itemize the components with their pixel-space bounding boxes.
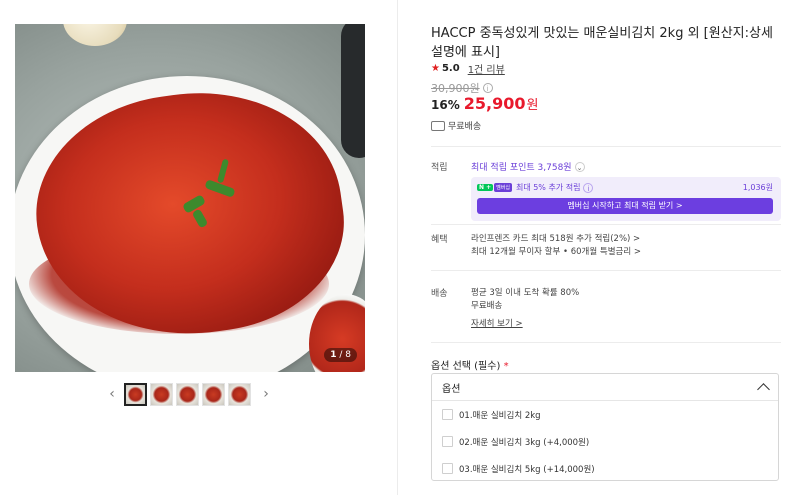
option-select-header[interactable]: 옵션	[432, 374, 778, 401]
membership-text: 최대 5% 추가 적립	[515, 183, 581, 192]
product-rating: ★ 5.0 1건 리뷰	[431, 61, 505, 76]
thumbnail-1[interactable]	[124, 382, 147, 406]
image-counter-total: 8	[345, 350, 351, 360]
option-label-text: 옵션 선택 (필수)	[431, 361, 501, 372]
membership-row: N + 멤버십 최대 5% 추가 적립 i 1,036원	[477, 182, 773, 193]
option-select-placeholder: 옵션	[442, 383, 461, 395]
option-item-3[interactable]: 03.매운 실비김치 5kg (+14,000원)	[432, 455, 778, 482]
option-item-label: 01.매운 실비김치 2kg	[459, 410, 541, 421]
info-icon[interactable]: i	[583, 182, 594, 193]
thumbnail-next-arrow-icon[interactable]: ›	[260, 382, 272, 406]
delivery-fee: 무료배송	[471, 301, 503, 311]
price-unit: 원	[526, 98, 539, 113]
image-onion	[63, 24, 127, 46]
shipping-text: 무료배송	[448, 122, 482, 132]
image-counter-current: 1	[330, 350, 337, 360]
thumbnail-strip: ‹ ›	[106, 382, 272, 406]
product-main-image[interactable]: 1 / 8	[15, 24, 365, 372]
chevron-up-icon	[757, 382, 770, 396]
option-item-2[interactable]: 02.매운 실비김치 3kg (+4,000원)	[432, 428, 778, 455]
review-count-link[interactable]: 1건 리뷰	[468, 61, 505, 76]
info-icon[interactable]: i	[482, 83, 493, 93]
sale-price-row: 16% 25,900 원	[431, 94, 538, 113]
benefit-card-line[interactable]: 라인프렌즈 카드 최대 518원 추가 적립(2%) >	[471, 232, 640, 244]
image-jar	[341, 24, 365, 158]
points-label: 적립	[431, 163, 448, 173]
option-item-1[interactable]: 01.매운 실비김치 2kg	[432, 401, 778, 428]
sale-price: 25,900	[463, 94, 526, 113]
delivery-estimate: 평균 3일 이내 도착 확률 80%	[471, 288, 580, 298]
chevron-down-icon: ⌄	[574, 161, 585, 172]
thumbnail-prev-arrow-icon[interactable]: ‹	[106, 382, 118, 406]
divider	[431, 146, 781, 147]
required-mark: *	[503, 361, 509, 372]
membership-badge: 멤버십	[494, 183, 512, 192]
option-item-label: 03.매운 실비김치 5kg (+14,000원)	[459, 464, 595, 475]
truck-icon	[431, 120, 445, 131]
divider	[431, 270, 781, 271]
thumbnail-5[interactable]	[228, 382, 251, 406]
thumbnail-3[interactable]	[176, 382, 199, 406]
membership-start-button[interactable]: 멤버십 시작하고 최대 적립 받기 >	[477, 198, 773, 214]
divider	[431, 224, 781, 225]
option-label: 옵션 선택 (필수) *	[431, 357, 509, 372]
product-title: HACCP 중독성있게 맛있는 매운실비김치 2kg 외 [원산지:상세설명에 …	[431, 26, 773, 60]
npay-badge: N +	[477, 184, 494, 191]
rating-score: 5.0	[441, 63, 460, 74]
option-item-label: 02.매운 실비김치 3kg (+4,000원)	[459, 437, 590, 448]
option-select: 옵션 01.매운 실비김치 2kg 02.매운 실비김치 3kg (+4,000…	[431, 373, 779, 481]
max-points-text: 최대 적립 포인트 3,758원	[471, 163, 572, 173]
benefit-label: 혜택	[431, 235, 448, 245]
max-points-link[interactable]: 최대 적립 포인트 3,758원 ⌄	[471, 160, 585, 173]
divider	[431, 342, 781, 343]
discount-percent: 16%	[431, 98, 460, 112]
checkbox-icon	[442, 463, 453, 474]
product-gallery: 1 / 8 ‹ ›	[0, 0, 398, 495]
thumbnail-4[interactable]	[202, 382, 225, 406]
checkbox-icon	[442, 436, 453, 447]
star-icon: ★	[431, 63, 440, 74]
delivery-detail-link[interactable]: 자세히 보기 >	[471, 317, 523, 329]
membership-box: N + 멤버십 최대 5% 추가 적립 i 1,036원 멤버십 시작하고 최대…	[471, 177, 781, 221]
membership-amount: 1,036원	[742, 183, 773, 192]
checkbox-icon	[442, 409, 453, 420]
product-info: HACCP 중독성있게 맛있는 매운실비김치 2kg 외 [원산지:상세설명에 …	[398, 0, 800, 495]
benefit-installment-line[interactable]: 최대 12개월 무이자 할부 • 60개월 특별금리 >	[471, 245, 641, 257]
shipping-row: 무료배송	[431, 119, 481, 132]
image-counter: 1 / 8	[324, 348, 357, 362]
thumbnail-2[interactable]	[150, 382, 173, 406]
delivery-label: 배송	[431, 289, 448, 299]
